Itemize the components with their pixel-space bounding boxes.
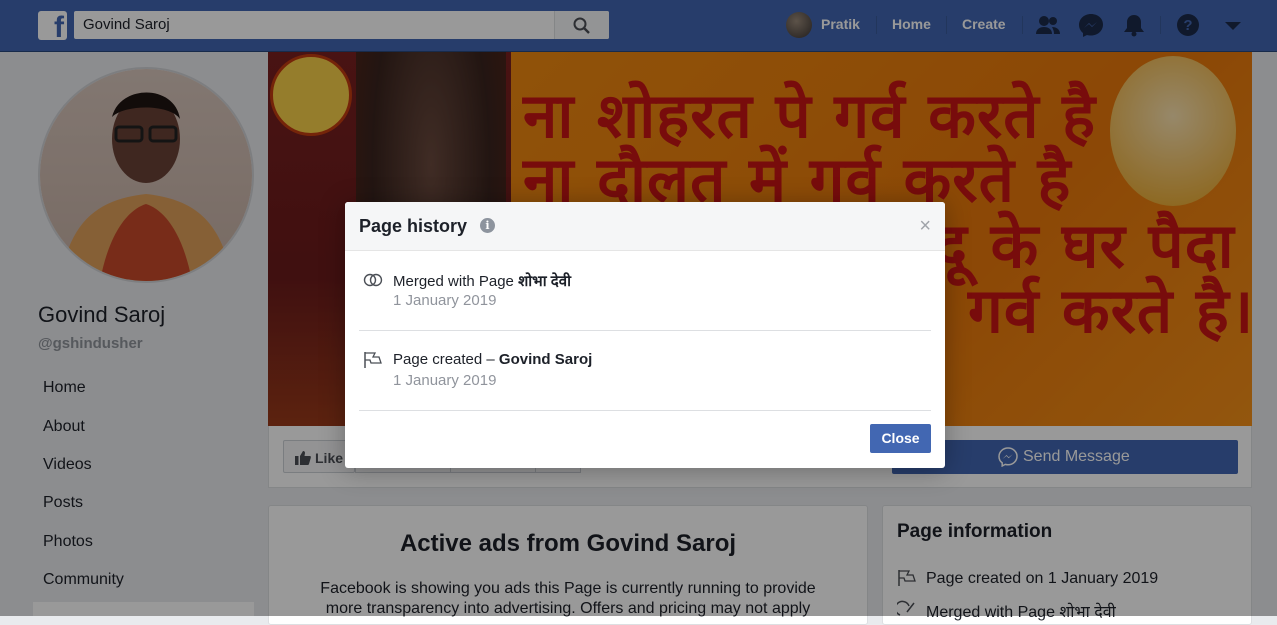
history-item-prefix: Merged with Page <box>393 273 519 290</box>
flag-icon <box>364 352 382 368</box>
history-item: Merged with Page शोभा देवी 1 January 201… <box>359 251 931 331</box>
history-item-date: 1 January 2019 <box>393 372 497 389</box>
merge-icon <box>363 273 383 287</box>
history-item-prefix: Page created – <box>393 351 499 368</box>
history-item: Page created – Govind Saroj 1 January 20… <box>359 331 931 411</box>
dialog-header: Page history i × <box>345 202 945 251</box>
history-item-text: Page created – Govind Saroj <box>393 351 592 368</box>
dialog-title: Page history <box>359 216 468 236</box>
info-icon[interactable]: i <box>480 218 495 233</box>
history-item-date: 1 January 2019 <box>393 292 497 309</box>
close-button[interactable]: Close <box>870 424 931 453</box>
close-icon[interactable]: × <box>919 215 931 238</box>
history-item-page[interactable]: शोभा देवी <box>518 273 571 290</box>
divider <box>359 410 931 411</box>
page-history-dialog: Page history i × Merged with Page शोभा द… <box>345 202 945 468</box>
history-item-page[interactable]: Govind Saroj <box>499 351 592 368</box>
history-item-text: Merged with Page शोभा देवी <box>393 271 571 291</box>
